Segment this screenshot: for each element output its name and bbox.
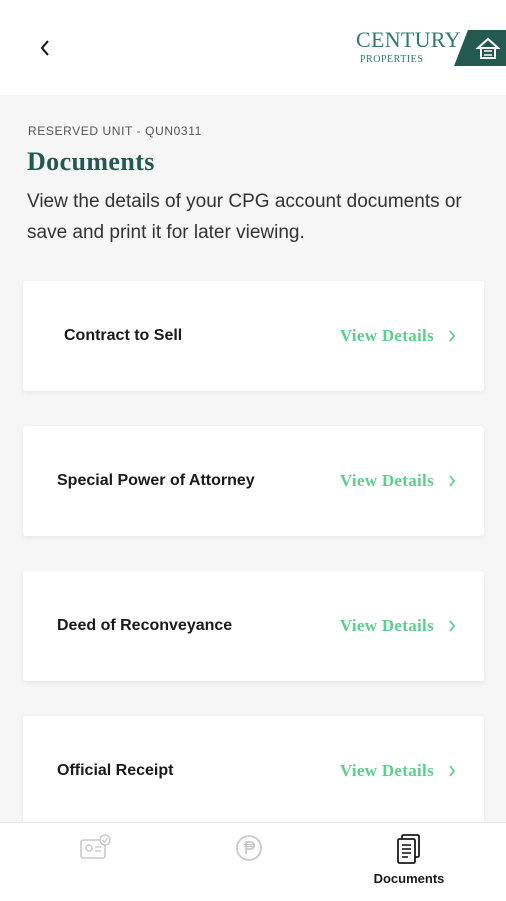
logo-subtitle: PROPERTIES [360,54,424,65]
chevron-right-icon [449,330,456,342]
back-button[interactable] [30,30,60,66]
view-details-label: View Details [339,616,434,635]
document-card-deed-of-reconveyance[interactable]: Deed of Reconveyance View Details [23,571,484,681]
document-stack-icon [397,834,420,864]
document-title: Special Power of Attorney [57,472,255,489]
view-details-link[interactable]: View Details [340,571,456,681]
peso-coin-icon [236,835,262,861]
view-details-label: View Details [339,326,434,345]
nav-item-account[interactable] [35,823,155,901]
house-logo-icon [454,30,506,66]
view-details-link[interactable]: View Details [340,426,456,536]
nav-label: Documents [373,871,445,886]
reserved-unit-label: RESERVED UNIT - QUN0311 [28,124,202,138]
view-details-link[interactable]: View Details [340,281,456,391]
chevron-left-icon [40,40,49,56]
id-card-check-icon [80,834,111,859]
view-details-link[interactable]: View Details [340,716,456,826]
view-details-label: View Details [339,761,434,780]
document-card-special-power-of-attorney[interactable]: Special Power of Attorney View Details [23,426,484,536]
nav-item-documents[interactable]: Documents [349,823,469,901]
page-description: View the details of your CPG account doc… [27,191,462,243]
document-card-official-receipt[interactable]: Official Receipt View Details [23,716,484,826]
document-title: Contract to Sell [64,327,183,344]
view-details-label: View Details [339,471,434,490]
chevron-right-icon [449,765,456,777]
century-properties-logo: CENTURY PROPERTIES [356,28,506,68]
bottom-navigation: Documents [0,822,506,901]
document-title: Deed of Reconveyance [57,617,233,634]
page-title: Documents [27,147,155,176]
logo-wordmark: CENTURY [356,27,461,52]
nav-item-payments[interactable] [189,823,309,901]
document-title: Official Receipt [57,762,174,779]
chevron-right-icon [449,475,456,487]
top-bar: CENTURY PROPERTIES [0,0,506,95]
document-card-contract-to-sell[interactable]: Contract to Sell View Details [23,281,484,391]
chevron-right-icon [449,620,456,632]
